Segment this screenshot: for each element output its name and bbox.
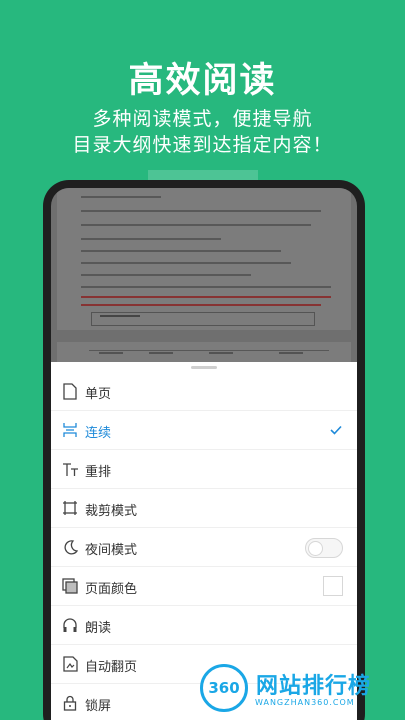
page-color-swatch[interactable] — [323, 576, 343, 596]
watermark-logo-text: 360 — [208, 679, 240, 697]
watermark-url: WANGZHAN360.COM — [255, 698, 355, 707]
hero-subtitle-line1: 多种阅读模式，便捷导航 — [92, 108, 313, 130]
menu-label-auto-page: 自动翻页 — [85, 660, 138, 675]
moon-icon — [61, 538, 79, 556]
menu-label-continuous: 连续 — [85, 426, 112, 441]
night-mode-toggle[interactable] — [305, 538, 343, 558]
menu-label-night-mode: 夜间模式 — [85, 543, 138, 558]
menu-item-continuous[interactable]: 连续 — [51, 411, 357, 450]
toggle-knob — [308, 541, 323, 556]
lock-icon — [61, 694, 79, 712]
hero-title: 高效阅读 — [128, 61, 277, 101]
menu-label-reflow: 重排 — [85, 465, 112, 480]
menu-label-crop-mode: 裁剪模式 — [85, 504, 138, 519]
menu-label-lock-screen: 锁屏 — [85, 699, 112, 714]
check-icon — [329, 422, 343, 436]
menu-item-page-color[interactable]: 页面颜色 — [51, 567, 357, 606]
single-page-icon — [61, 382, 79, 400]
crop-icon — [61, 499, 79, 517]
headphones-icon — [61, 616, 79, 634]
menu-label-page-color: 页面颜色 — [85, 582, 138, 597]
hero-subtitle-line2: 目录大纲快速到达指定内容！ — [72, 134, 333, 156]
menu-item-night-mode[interactable]: 夜间模式 — [51, 528, 357, 567]
page-color-icon — [61, 577, 79, 595]
document-page — [57, 188, 351, 330]
menu-label-single-page: 单页 — [85, 387, 112, 402]
reflow-icon — [61, 460, 79, 478]
watermark-name: 网站排行榜 — [256, 674, 372, 699]
menu-item-reflow[interactable]: 重排 — [51, 450, 357, 489]
menu-item-read-aloud[interactable]: 朗读 — [51, 606, 357, 645]
reading-mode-menu: 单页 连续 重排 裁剪模式 夜间模式 页面颜色 朗读 自动翻页 锁屏 — [51, 362, 357, 720]
auto-page-icon — [61, 655, 79, 673]
watermark-logo: 360 — [200, 664, 248, 712]
menu-label-read-aloud: 朗读 — [85, 621, 112, 636]
menu-item-crop-mode[interactable]: 裁剪模式 — [51, 489, 357, 528]
drag-handle[interactable] — [191, 366, 217, 369]
continuous-icon — [61, 421, 79, 439]
menu-item-single-page[interactable]: 单页 — [51, 372, 357, 411]
